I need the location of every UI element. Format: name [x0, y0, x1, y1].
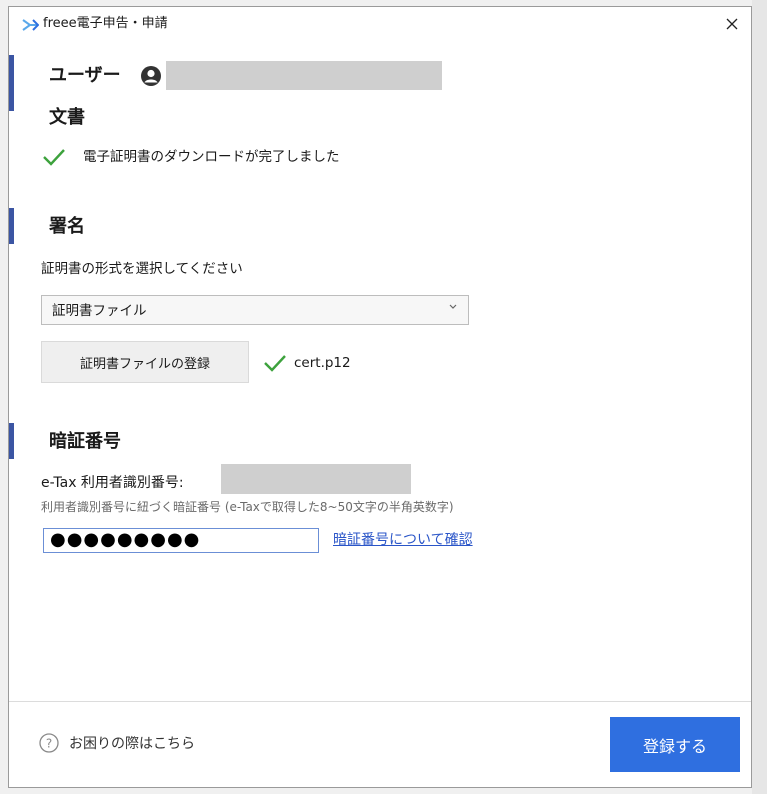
format-prompt: 証明書の形式を選択してください: [41, 261, 243, 277]
submit-button[interactable]: 登録する: [610, 717, 740, 772]
check-icon: [42, 148, 66, 170]
close-button[interactable]: [717, 11, 747, 37]
check-icon: [263, 354, 287, 376]
user-label: ユーザー: [49, 65, 121, 86]
certificate-filename: cert.p12: [294, 355, 351, 371]
svg-text:?: ?: [46, 737, 52, 751]
background-window: [752, 0, 767, 794]
pin-input[interactable]: ●●●●●●●●●: [43, 528, 319, 553]
title-bar: freee電子申告・申請: [9, 7, 751, 41]
signature-heading: 署名: [49, 216, 85, 237]
certificate-format-select[interactable]: 証明書ファイル: [41, 295, 469, 325]
register-certificate-button[interactable]: 証明書ファイルの登録: [41, 341, 249, 383]
help-icon[interactable]: ?: [39, 733, 59, 753]
select-value: 証明書ファイル: [52, 303, 147, 319]
pin-info-link[interactable]: 暗証番号について確認: [333, 531, 473, 549]
section-accent-user: [9, 55, 14, 111]
pin-heading: 暗証番号: [49, 431, 121, 452]
freee-logo-icon: [21, 17, 40, 31]
redacted-etax-id: [221, 464, 411, 494]
etax-id-label: e-Tax 利用者識別番号:: [41, 475, 184, 491]
dialog-window: freee電子申告・申請 ユーザー 文書 電子証明書のダウンロードが完了しました…: [8, 6, 752, 788]
document-heading: 文書: [49, 107, 85, 128]
section-accent-signature: [9, 208, 14, 244]
redacted-username: [166, 61, 442, 90]
help-link[interactable]: お困りの際はこちら: [69, 735, 195, 753]
chevron-down-icon: [448, 301, 458, 311]
download-status: 電子証明書のダウンロードが完了しました: [83, 149, 340, 165]
close-icon: [726, 18, 738, 30]
section-accent-pin: [9, 423, 14, 459]
pin-hint: 利用者識別番号に紐づく暗証番号 (e-Taxで取得した8~50文字の半角英数字): [41, 500, 454, 514]
window-title: freee電子申告・申請: [43, 16, 168, 31]
user-icon: [140, 65, 162, 87]
footer-divider: [9, 701, 751, 702]
